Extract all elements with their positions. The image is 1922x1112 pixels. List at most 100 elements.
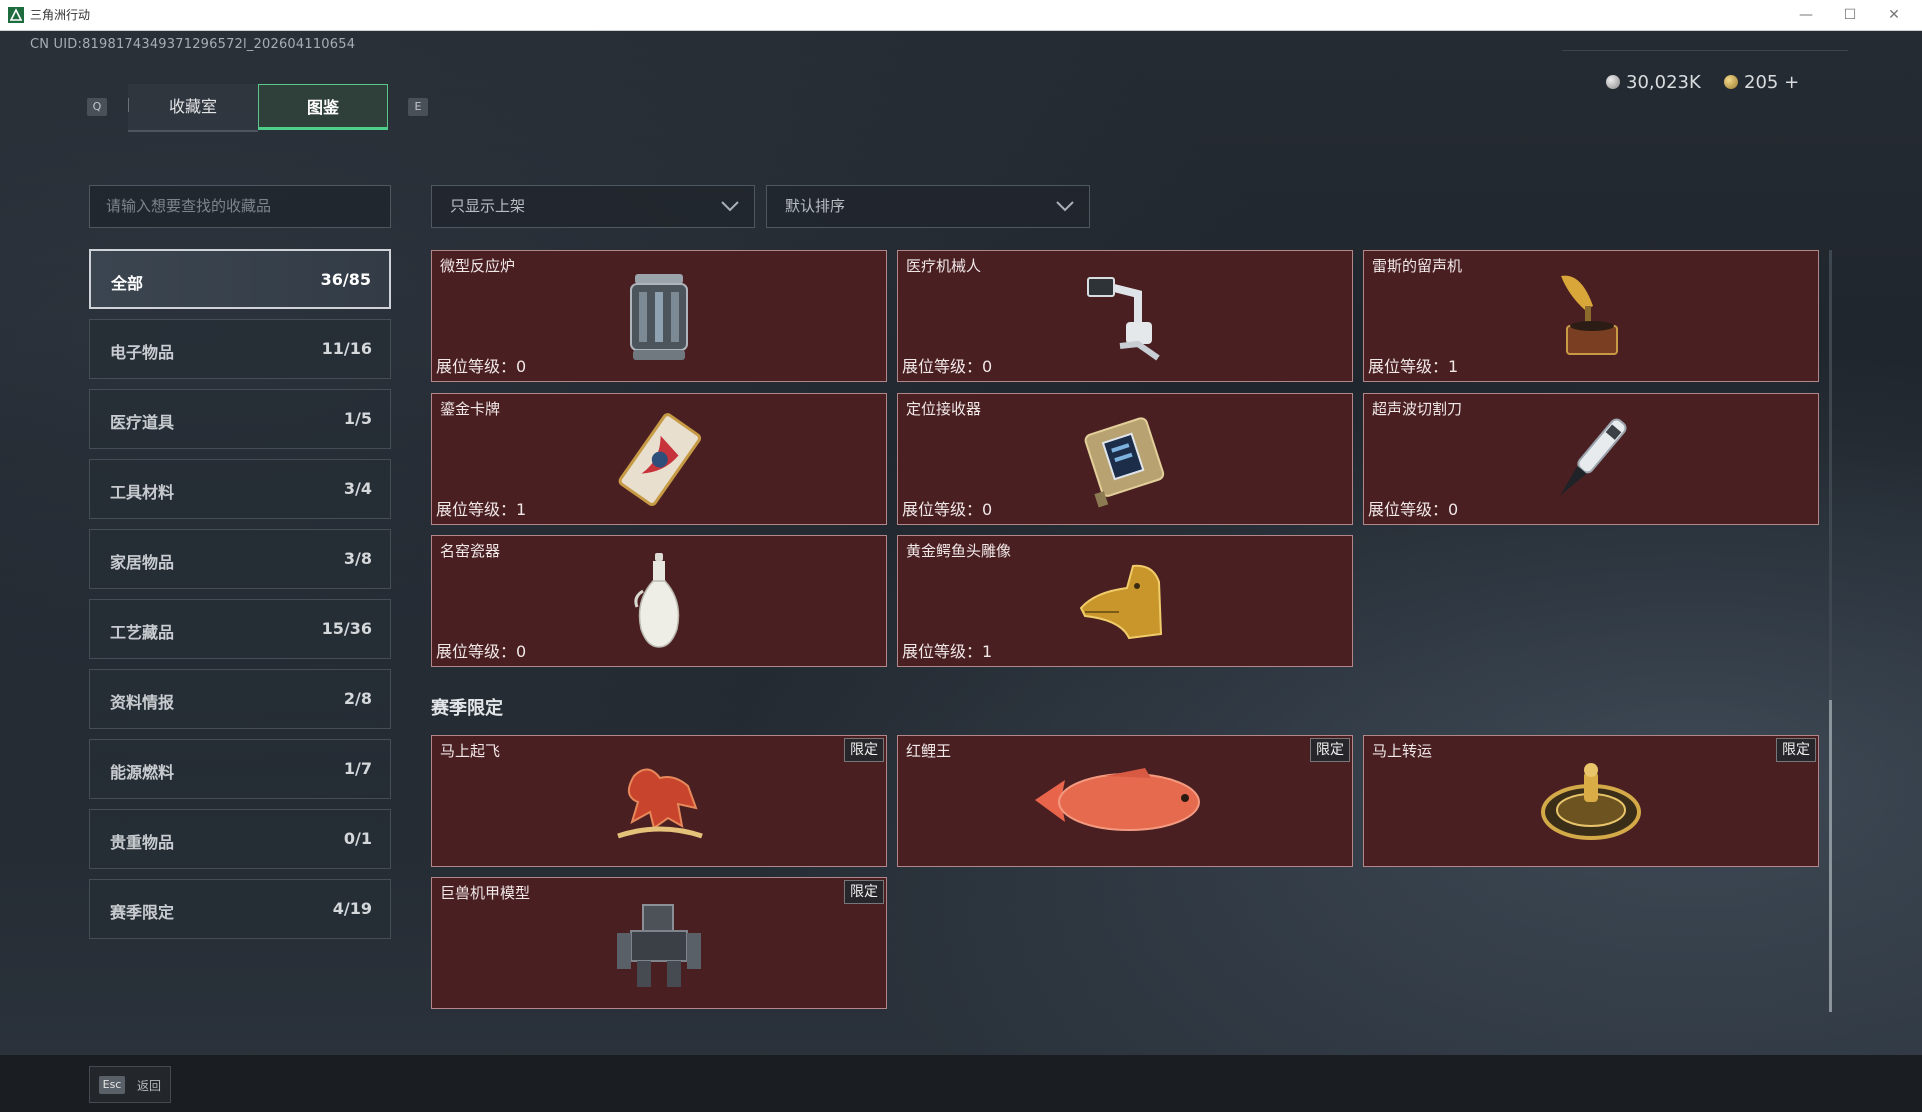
item-name: 马上起飞 bbox=[440, 742, 501, 760]
tab-collection-room[interactable]: 收藏室 bbox=[128, 84, 258, 132]
mech-icon bbox=[617, 904, 701, 987]
item-level: 展位等级：1 bbox=[436, 500, 527, 519]
category-count: 1/7 bbox=[343, 759, 372, 778]
item-name: 黄金鳄鱼头雕像 bbox=[906, 542, 1012, 560]
season-section-title: 赛季限定 bbox=[431, 698, 503, 719]
reactor-icon bbox=[630, 274, 688, 360]
category-label: 贵重物品 bbox=[110, 833, 175, 852]
category-tools[interactable]: 工具材料 3/4 bbox=[89, 459, 391, 519]
limited-badge: 限定 bbox=[844, 738, 884, 762]
category-label: 能源燃料 bbox=[110, 763, 175, 782]
category-label: 家居物品 bbox=[110, 553, 175, 572]
item-card[interactable]: 黄金鳄鱼头雕像 展位等级：1 bbox=[897, 535, 1353, 667]
category-medical[interactable]: 医疗道具 1/5 bbox=[89, 389, 391, 449]
item-card[interactable]: 定位接收器 展位等级：0 bbox=[897, 393, 1353, 525]
close-button[interactable]: ✕ bbox=[1874, 4, 1914, 26]
category-electronics[interactable]: 电子物品 11/16 bbox=[89, 319, 391, 379]
item-level: 展位等级：0 bbox=[902, 500, 993, 519]
horse-icon bbox=[617, 768, 703, 839]
category-household[interactable]: 家居物品 3/8 bbox=[89, 529, 391, 589]
display-filter-value: 只显示上架 bbox=[450, 197, 526, 215]
season-item-card[interactable]: 马上转运 限定 bbox=[1363, 735, 1819, 867]
category-label: 资料情报 bbox=[110, 693, 175, 712]
category-label: 全部 bbox=[111, 274, 144, 293]
item-level: 展位等级：0 bbox=[436, 357, 527, 376]
category-count: 11/16 bbox=[321, 339, 372, 358]
item-level: 展位等级：1 bbox=[902, 642, 993, 661]
window-titlebar: 三角洲行动 — ☐ ✕ bbox=[0, 0, 1922, 31]
chevron-down-icon bbox=[721, 201, 739, 212]
silver-amount: 30,023K bbox=[1626, 72, 1701, 93]
vase-icon bbox=[634, 553, 680, 648]
app-logo-icon bbox=[8, 7, 24, 23]
item-level: 展位等级：0 bbox=[436, 642, 527, 661]
card-icon bbox=[618, 413, 702, 506]
item-card[interactable]: 鎏金卡牌 展位等级：1 bbox=[431, 393, 887, 525]
category-count: 4/19 bbox=[332, 899, 372, 918]
season-item-card[interactable]: 红鲤王 限定 bbox=[897, 735, 1353, 867]
limited-badge: 限定 bbox=[1310, 738, 1350, 762]
tab-prev-key[interactable]: Q bbox=[87, 98, 107, 116]
item-name: 定位接收器 bbox=[906, 400, 982, 418]
cutter-icon bbox=[1560, 418, 1627, 496]
item-card[interactable]: 微型反应炉 展位等级：0 bbox=[431, 250, 887, 382]
category-count: 0/1 bbox=[343, 829, 372, 848]
category-valuables[interactable]: 贵重物品 0/1 bbox=[89, 809, 391, 869]
category-label: 电子物品 bbox=[110, 343, 175, 362]
back-label: 返回 bbox=[137, 1079, 162, 1093]
search-input[interactable]: 请输入想要查找的收藏品 bbox=[89, 185, 391, 228]
category-crafts[interactable]: 工艺藏品 15/36 bbox=[89, 599, 391, 659]
limited-badge: 限定 bbox=[844, 880, 884, 904]
uid-text: CN UID:8198174349371296572l_202604110654 bbox=[30, 37, 356, 52]
category-label: 医疗道具 bbox=[110, 413, 175, 432]
item-card[interactable]: 医疗机械人 展位等级：0 bbox=[897, 250, 1353, 382]
category-count: 2/8 bbox=[343, 689, 372, 708]
item-card[interactable]: 超声波切割刀 展位等级：0 bbox=[1363, 393, 1819, 525]
add-gold-button[interactable]: + bbox=[1784, 72, 1799, 93]
item-card[interactable]: 雷斯的留声机 展位等级：1 bbox=[1363, 250, 1819, 382]
item-level: 展位等级：1 bbox=[1368, 357, 1459, 376]
bottom-bar bbox=[0, 1055, 1922, 1112]
category-count: 1/5 bbox=[343, 409, 372, 428]
category-count: 36/85 bbox=[320, 270, 371, 289]
medical-robot-icon bbox=[1087, 277, 1160, 361]
esc-key: Esc bbox=[99, 1076, 125, 1094]
window-title: 三角洲行动 bbox=[30, 8, 91, 22]
item-name: 马上转运 bbox=[1372, 742, 1433, 760]
limited-badge: 限定 bbox=[1776, 738, 1816, 762]
item-name: 医疗机械人 bbox=[906, 257, 982, 275]
category-energy[interactable]: 能源燃料 1/7 bbox=[89, 739, 391, 799]
category-count: 15/36 bbox=[321, 619, 372, 638]
silver-coin-icon bbox=[1606, 75, 1620, 89]
item-name: 超声波切割刀 bbox=[1372, 400, 1463, 418]
maximize-button[interactable]: ☐ bbox=[1830, 4, 1870, 26]
receiver-icon bbox=[1084, 417, 1165, 508]
gold-coin-icon bbox=[1724, 75, 1738, 89]
crocodile-statue-icon bbox=[1079, 564, 1163, 640]
display-filter-dropdown[interactable]: 只显示上架 bbox=[431, 185, 755, 228]
season-item-card[interactable]: 马上起飞 限定 bbox=[431, 735, 887, 867]
scrollbar-thumb[interactable] bbox=[1829, 700, 1832, 1012]
category-count: 3/4 bbox=[343, 479, 372, 498]
item-name: 雷斯的留声机 bbox=[1372, 257, 1463, 275]
item-name: 鎏金卡牌 bbox=[440, 400, 501, 418]
tab-codex[interactable]: 图鉴 bbox=[258, 84, 388, 130]
gramophone-icon bbox=[1561, 275, 1618, 355]
category-intel[interactable]: 资料情报 2/8 bbox=[89, 669, 391, 729]
category-label: 赛季限定 bbox=[110, 903, 175, 922]
category-all[interactable]: 全部 36/85 bbox=[89, 249, 391, 309]
sort-value: 默认排序 bbox=[785, 197, 846, 215]
item-name: 微型反应炉 bbox=[440, 257, 516, 275]
item-level: 展位等级：0 bbox=[902, 357, 993, 376]
back-button[interactable]: Esc 返回 bbox=[89, 1066, 171, 1103]
category-label: 工艺藏品 bbox=[110, 623, 175, 642]
item-card[interactable]: 名窑瓷器 展位等级：0 bbox=[431, 535, 887, 667]
category-label: 工具材料 bbox=[110, 483, 175, 502]
wheel-icon bbox=[1541, 763, 1641, 840]
season-item-card[interactable]: 巨兽机甲模型 限定 bbox=[431, 877, 887, 1009]
chevron-down-icon bbox=[1056, 201, 1074, 212]
tab-next-key[interactable]: E bbox=[408, 98, 428, 116]
sort-dropdown[interactable]: 默认排序 bbox=[766, 185, 1090, 228]
category-season[interactable]: 赛季限定 4/19 bbox=[89, 879, 391, 939]
minimize-button[interactable]: — bbox=[1786, 4, 1826, 26]
